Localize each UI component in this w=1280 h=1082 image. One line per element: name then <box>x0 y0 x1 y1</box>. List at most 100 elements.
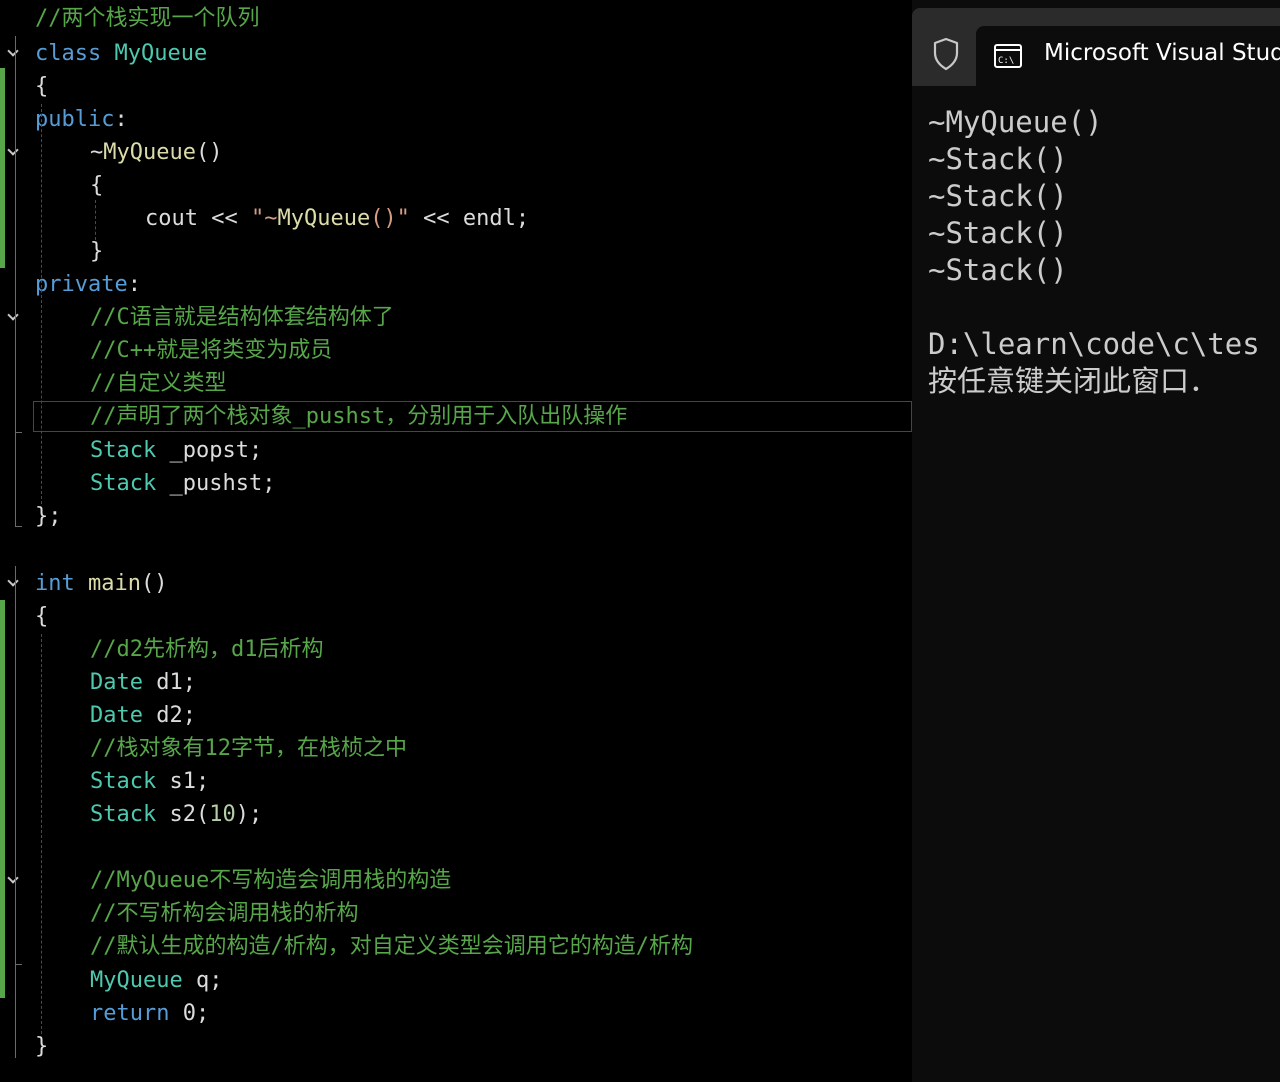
scope-end <box>15 432 22 434</box>
code-token: () <box>140 571 168 596</box>
code-line[interactable]: class MyQueue <box>0 37 912 70</box>
scope-line <box>15 36 17 526</box>
code-line[interactable]: public: <box>0 103 912 136</box>
code-line[interactable]: //不写析构会调用栈的析构 <box>0 897 912 930</box>
indent-guide <box>41 104 42 504</box>
code-text: //自定义类型 <box>90 367 227 400</box>
scope-end <box>15 526 22 528</box>
code-token: Stack <box>90 802 170 827</box>
console-line: ~Stack() <box>928 179 1068 213</box>
code-line[interactable]: //C语言就是结构体套结构体了 <box>0 301 912 334</box>
code-token: Date <box>90 670 157 695</box>
code-line[interactable]: Stack _popst; <box>0 434 912 467</box>
scope-end <box>15 964 22 966</box>
tab-title: Microsoft Visual Studio <box>1044 40 1280 66</box>
code-text: Stack s1; <box>90 765 209 798</box>
code-line[interactable]: Stack s1; <box>0 765 912 798</box>
code-token: d1; <box>156 670 196 695</box>
code-token: { <box>90 173 104 198</box>
code-token: MyQueue <box>90 968 196 993</box>
code-token: ()" <box>370 206 410 231</box>
console-output: ~MyQueue() ~Stack() ~Stack() ~Stack() ~Stack… <box>928 104 1260 400</box>
indent-guide <box>95 200 96 240</box>
code-line[interactable]: ~MyQueue() <box>0 136 912 169</box>
code-line[interactable]: } <box>0 1030 912 1063</box>
code-line[interactable]: return 0; <box>0 997 912 1030</box>
code-line[interactable]: Date d1; <box>0 666 912 699</box>
code-editor[interactable]: //两个栈实现一个队列 class MyQueue{public: ~MyQueue… <box>0 0 912 1082</box>
code-text: } <box>90 235 103 268</box>
console-line: D:\learn\code\c\tes <box>928 327 1260 361</box>
svg-text:C:\: C:\ <box>998 56 1014 66</box>
code-text: //默认生成的构造/析构，对自定义类型会调用它的构造/析构 <box>90 930 693 963</box>
terminal-title-bar: C:\ Microsoft Visual Studio <box>912 8 1280 86</box>
code-token: s2( <box>169 802 210 827</box>
code-token: Stack <box>90 769 170 794</box>
code-line[interactable]: //MyQueue不写构造会调用栈的构造 <box>0 864 912 897</box>
code-token: d2; <box>156 703 196 728</box>
console-line: 按任意键关闭此窗口． <box>928 364 1219 398</box>
code-line[interactable]: //默认生成的构造/析构，对自定义类型会调用它的构造/析构 <box>0 930 912 963</box>
change-indicator <box>0 68 5 268</box>
scope-line <box>15 170 17 262</box>
code-line[interactable]: { <box>0 70 912 103</box>
console-line: ~MyQueue() <box>928 105 1103 139</box>
code-line[interactable]: cout << "~MyQueue()" << endl; <box>0 202 912 235</box>
code-line[interactable]: MyQueue q; <box>0 964 912 997</box>
code-token: Stack <box>90 438 170 463</box>
shield-icon[interactable] <box>924 32 968 76</box>
code-text: class MyQueue <box>35 37 207 70</box>
code-line[interactable]: int main() <box>0 567 912 600</box>
code-token: class <box>35 41 115 66</box>
code-line[interactable]: Stack _pushst; <box>0 467 912 500</box>
code-line[interactable]: //声明了两个栈对象_pushst，分别用于入队出队操作 <box>0 400 912 433</box>
code-token: MyQueue <box>103 140 196 165</box>
console-line: ~Stack() <box>928 216 1068 250</box>
code-text: //C语言就是结构体套结构体了 <box>90 301 394 334</box>
code-line[interactable]: { <box>0 600 912 633</box>
code-token: //不写析构会调用栈的析构 <box>90 901 359 926</box>
terminal-tab[interactable]: C:\ Microsoft Visual Studio <box>976 26 1280 86</box>
code-text: } <box>35 1030 48 1063</box>
code-token: { <box>35 604 49 629</box>
console-window[interactable]: C:\ Microsoft Visual Studio ~MyQueue() ~S… <box>912 0 1280 1082</box>
code-token: return <box>90 1001 183 1026</box>
console-line: ~Stack() <box>928 253 1068 287</box>
code-text: int main() <box>35 567 167 600</box>
code-line[interactable]: //C++就是将类变为成员 <box>0 334 912 367</box>
code-line[interactable]: private: <box>0 268 912 301</box>
code-line[interactable]: //自定义类型 <box>0 367 912 400</box>
code-token: public <box>35 107 115 132</box>
code-token: cout << <box>145 206 251 231</box>
code-text: //MyQueue不写构造会调用栈的构造 <box>90 864 451 897</box>
code-line[interactable] <box>0 832 912 865</box>
code-line[interactable]: { <box>0 169 912 202</box>
code-line[interactable]: //两个栈实现一个队列 <box>0 2 912 35</box>
code-text: ~MyQueue() <box>90 136 222 169</box>
code-line[interactable]: Date d2; <box>0 699 912 732</box>
code-text: }; <box>35 500 62 533</box>
code-text: //两个栈实现一个队列 <box>35 2 260 35</box>
code-token: //默认生成的构造/析构，对自定义类型会调用它的构造/析构 <box>90 934 693 959</box>
code-token: //自定义类型 <box>90 371 227 396</box>
code-text: MyQueue q; <box>90 964 222 997</box>
code-token: MyQueue <box>114 41 208 66</box>
code-text: //声明了两个栈对象_pushst，分别用于入队出队操作 <box>90 400 627 433</box>
code-text: { <box>90 169 103 202</box>
code-line[interactable]: //d2先析构，d1后析构 <box>0 633 912 666</box>
code-text: return 0; <box>90 997 209 1030</box>
code-token: << endl; <box>409 206 530 231</box>
code-line[interactable]: }; <box>0 500 912 533</box>
code-token: s1; <box>169 769 210 794</box>
code-token: 10 <box>209 802 236 827</box>
code-token: Stack <box>90 471 170 496</box>
code-text: //栈对象有12字节，在栈桢之中 <box>90 732 407 765</box>
code-token: //C语言就是结构体套结构体了 <box>90 305 394 330</box>
code-line[interactable]: Stack s2(10); <box>0 798 912 831</box>
code-line[interactable] <box>0 534 912 567</box>
code-text: Stack _pushst; <box>90 467 275 500</box>
code-line[interactable]: //栈对象有12字节，在栈桢之中 <box>0 732 912 765</box>
code-line[interactable]: } <box>0 235 912 268</box>
code-token: //C++就是将类变为成员 <box>90 338 333 363</box>
code-token: //两个栈实现一个队列 <box>35 6 260 31</box>
